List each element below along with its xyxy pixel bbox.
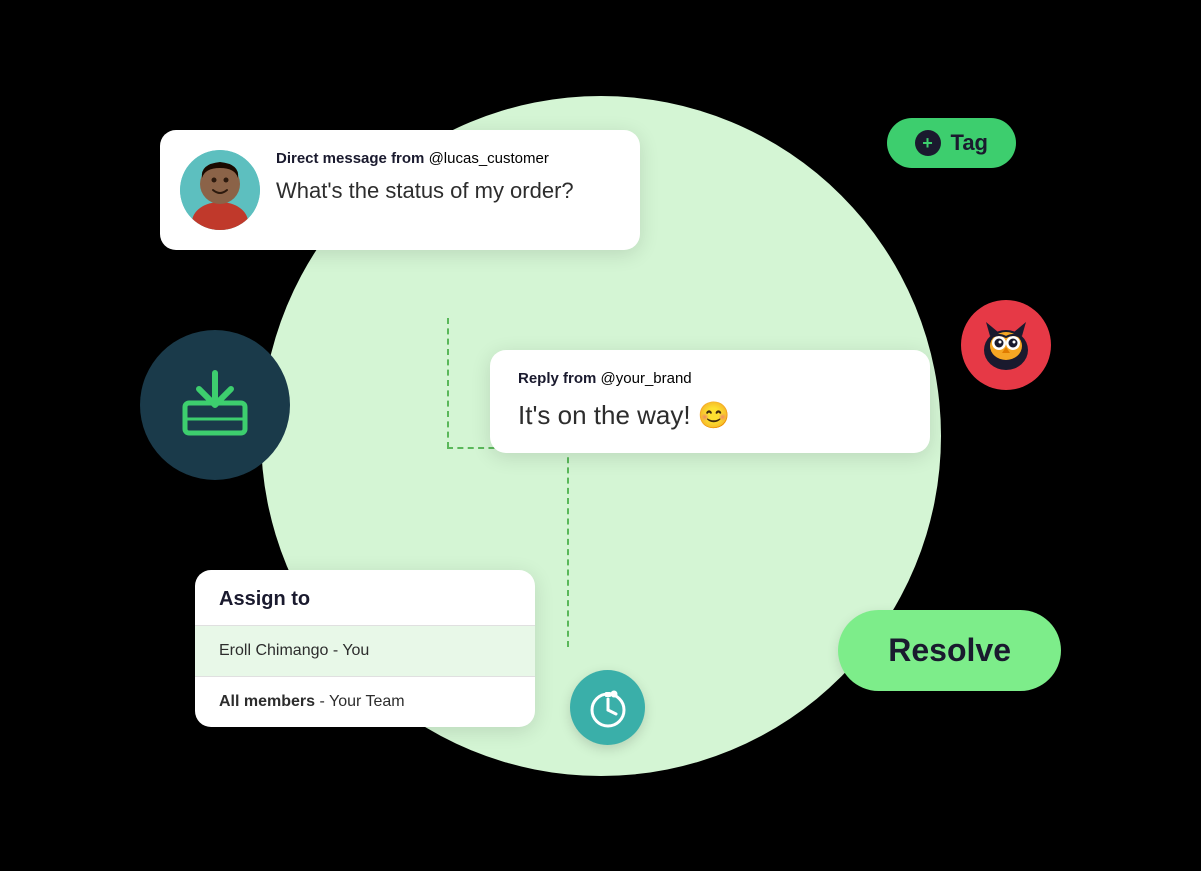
reply-header-bold: Reply from (518, 370, 596, 387)
assign-item-eroll-label: Eroll Chimango - You (219, 642, 369, 659)
inbox-icon (175, 365, 255, 445)
dm-content: Direct message from @lucas_customer What… (276, 150, 612, 206)
direct-message-card: Direct message from @lucas_customer What… (160, 130, 640, 250)
avatar-image (180, 150, 260, 230)
scene: + Tag (0, 0, 1201, 871)
dm-message-text: What's the status of my order? (276, 177, 612, 206)
timer-icon (586, 686, 630, 730)
resolve-label: Resolve (888, 632, 1011, 668)
owl-icon (976, 318, 1036, 373)
assign-to-title: Assign to (195, 570, 535, 625)
reply-handle-text: @your_brand (601, 370, 692, 387)
dm-header-bold: Direct message from (276, 150, 424, 167)
reply-card: Reply from @your_brand It's on the way! … (490, 350, 930, 453)
connector-line-vertical-2 (567, 447, 569, 647)
tag-plus-icon: + (915, 130, 941, 156)
assign-item-all-members[interactable]: All members - Your Team (195, 677, 535, 727)
dm-header: Direct message from @lucas_customer (276, 150, 612, 167)
assign-to-card: Assign to Eroll Chimango - You All membe… (195, 570, 535, 727)
dm-handle-text: @lucas_customer (429, 150, 549, 167)
resolve-button[interactable]: Resolve (838, 610, 1061, 691)
reply-header: Reply from @your_brand (518, 370, 902, 387)
assign-item-all-members-bold: All members (219, 693, 315, 710)
assign-item-eroll[interactable]: Eroll Chimango - You (195, 626, 535, 676)
inbox-circle (140, 330, 290, 480)
avatar (180, 150, 260, 230)
tag-button[interactable]: + Tag (887, 118, 1016, 168)
connector-line-vertical-1 (447, 318, 449, 448)
timer-circle (570, 670, 645, 745)
tag-label: Tag (951, 130, 988, 156)
hootsuite-owl-circle (961, 300, 1051, 390)
reply-message-text: It's on the way! 😊 (518, 399, 902, 433)
assign-item-all-members-suffix: - Your Team (320, 693, 405, 710)
